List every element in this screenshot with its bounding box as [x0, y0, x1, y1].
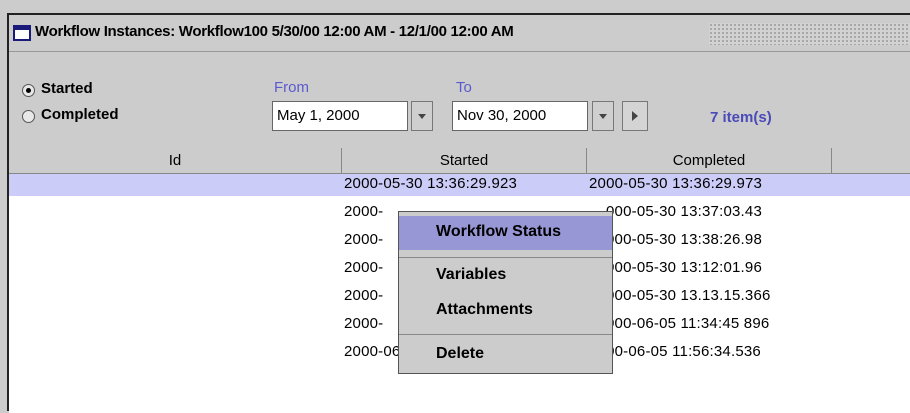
table-cell-started[interactable]: 2000- [344, 231, 383, 248]
menu-separator [399, 334, 612, 335]
workflow-instances-window: Workflow Instances: Workflow100 5/30/00 … [7, 13, 910, 413]
table-cell-completed[interactable]: 000-06-05 11:34:45 896 [606, 315, 769, 332]
window-title: Workflow Instances: Workflow100 5/30/00 … [35, 23, 514, 40]
table-cell-completed[interactable]: 000-05-30 13.13.15.366 [606, 287, 771, 304]
column-header-id[interactable]: Id [9, 148, 342, 174]
started-label[interactable]: Started [41, 80, 93, 97]
play-arrow-icon[interactable] [622, 101, 648, 131]
title-bar[interactable]: Workflow Instances: Workflow100 5/30/00 … [9, 15, 910, 53]
completed-label[interactable]: Completed [41, 106, 119, 123]
started-radio[interactable] [22, 84, 35, 97]
menu-item-delete[interactable]: Delete [399, 340, 612, 368]
to-date-dropdown-button[interactable] [592, 101, 614, 131]
table-cell-started[interactable]: 2000- [344, 203, 383, 220]
table-cell-completed[interactable]: 000-05-30 13:12:01.96 [606, 259, 762, 276]
item-count: 7 item(s) [710, 109, 772, 126]
title-drag-texture[interactable] [709, 23, 910, 45]
to-label: To [456, 79, 472, 96]
from-date-dropdown-button[interactable] [411, 101, 433, 131]
table-cell-completed[interactable]: 000-05-30 13:38:26.98 [606, 231, 762, 248]
table-cell-started[interactable]: 2000- [344, 315, 383, 332]
column-header-completed[interactable]: Completed [587, 148, 832, 174]
table-cell-started[interactable]: 2000-05-30 13:36:29.923 [344, 175, 517, 192]
table-cell-completed[interactable]: 2000-06-05 11:56:34.536 [589, 343, 761, 360]
menu-separator [399, 257, 612, 258]
menu-item-attachments[interactable]: Attachments [399, 297, 612, 327]
from-label: From [274, 79, 309, 96]
table-cell-started[interactable]: 2000- [344, 259, 383, 276]
table-cell-completed[interactable]: 000-05-30 13:37:03.43 [606, 203, 762, 220]
table-cell-started[interactable]: 2000- [344, 287, 383, 304]
to-date-field[interactable]: Nov 30, 2000 [452, 101, 588, 131]
table-cell-completed[interactable]: 2000-05-30 13:36:29.973 [589, 175, 762, 192]
menu-item-workflow-status[interactable]: Workflow Status [399, 216, 612, 250]
window-icon [13, 25, 31, 41]
column-header-started[interactable]: Started [342, 148, 587, 174]
title-divider [9, 51, 910, 52]
column-header-filler [832, 148, 910, 174]
completed-radio[interactable] [22, 110, 35, 123]
menu-item-variables[interactable]: Variables [399, 262, 612, 292]
context-menu: Workflow Status Variables Attachments De… [398, 211, 613, 374]
from-date-field[interactable]: May 1, 2000 [272, 101, 408, 131]
